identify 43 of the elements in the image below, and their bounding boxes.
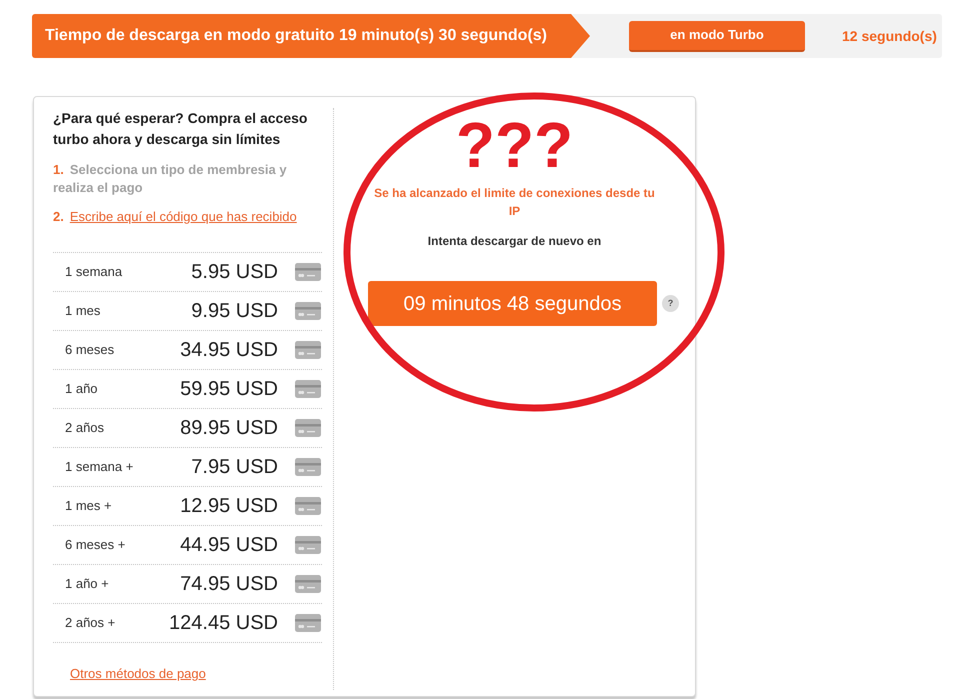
plan-price: 9.95 USD <box>190 299 278 324</box>
plan-duration: 1 mes + <box>65 497 113 516</box>
plan-price: 44.95 USD <box>179 533 278 558</box>
plan-price: 34.95 USD <box>179 338 278 363</box>
help-button[interactable]: ? <box>662 295 679 312</box>
step-number: 2. <box>53 209 64 224</box>
plan-duration: 2 años + <box>65 614 116 632</box>
plan-duration: 1 semana <box>65 263 124 282</box>
other-payment-link[interactable]: Otros métodos de pago <box>70 665 206 683</box>
retry-label: Intenta descargar de nuevo en <box>428 233 602 250</box>
credit-card-icon[interactable] <box>295 614 321 632</box>
plan-duration: 1 mes <box>65 302 102 320</box>
plan-price: 12.95 USD <box>179 494 278 519</box>
plan-price: 89.95 USD <box>179 416 278 441</box>
credit-card-icon[interactable] <box>295 575 321 593</box>
credit-card-icon[interactable] <box>295 458 321 476</box>
credit-card-icon[interactable] <box>295 263 321 281</box>
plan-duration: 1 año <box>65 380 99 398</box>
step-instruction: 1. Selecciona un tipo de membresia y realiza el pago <box>53 161 288 197</box>
credit-card-icon[interactable] <box>295 419 321 437</box>
plan-duration: 1 semana + <box>65 458 134 476</box>
plan-price: 59.95 USD <box>179 377 278 402</box>
offer-heading: ¿Para qué esperar? Compra el acceso turbo ahora y descarga sin límites <box>53 109 308 149</box>
turbo-wait-time: 12 segundo(s) <box>842 26 937 46</box>
connection-limit-message: Se ha alcanzado el limite de conexiones desde tu IP <box>373 185 656 220</box>
countdown-timer: 09 minutos 48 segundos <box>368 281 657 326</box>
credit-card-icon[interactable] <box>295 341 321 359</box>
question-marks-annotation: ??? <box>456 113 574 177</box>
credit-card-icon[interactable] <box>295 497 321 515</box>
free-download-banner: Tiempo de descarga en modo gratuito 19 minuto(s) 30 segundo(s) <box>32 14 590 58</box>
credit-card-icon[interactable] <box>295 302 321 320</box>
plan-duration: 6 meses <box>65 341 116 360</box>
plan-price: 7.95 USD <box>190 455 278 480</box>
credit-card-icon[interactable] <box>295 380 321 398</box>
plan-price: 74.95 USD <box>179 572 278 597</box>
plan-price: 124.45 USD <box>168 611 278 636</box>
turbo-mode-button[interactable]: en modo Turbo <box>629 20 805 52</box>
plan-duration: 6 meses + <box>65 536 126 554</box>
credit-card-icon[interactable] <box>295 536 321 554</box>
plan-duration: 1 año + <box>65 575 110 594</box>
plan-price: 5.95 USD <box>190 260 278 285</box>
code-entry-link[interactable]: Escribe aquí el código que has recibido <box>70 209 297 224</box>
plan-duration: 2 años <box>65 419 106 438</box>
